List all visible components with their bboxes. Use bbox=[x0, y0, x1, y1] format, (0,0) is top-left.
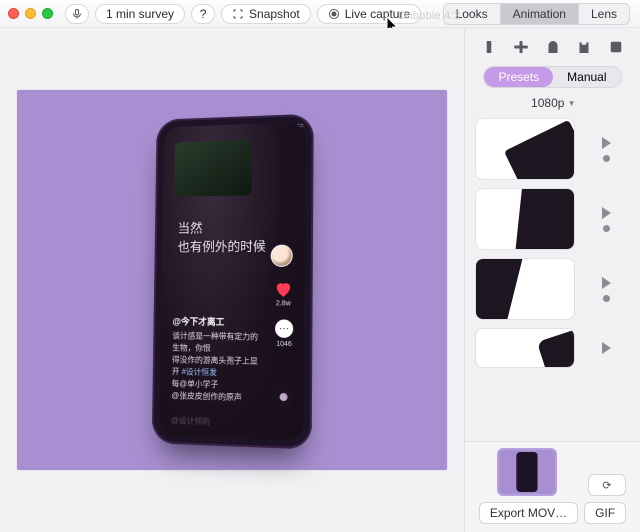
preset-1-more-button[interactable] bbox=[603, 155, 610, 162]
close-window-button[interactable] bbox=[8, 8, 19, 19]
shape-rect-button[interactable] bbox=[477, 36, 501, 58]
shape-bar-button[interactable] bbox=[509, 36, 533, 58]
preset-thumb-3[interactable] bbox=[475, 258, 575, 320]
export-mov-label: Export MOV… bbox=[490, 506, 567, 520]
preset-1-play-button[interactable] bbox=[602, 137, 611, 149]
preset-list bbox=[465, 116, 640, 441]
export-mov-button[interactable]: Export MOV… bbox=[479, 502, 578, 524]
duration-button[interactable]: ⟳ bbox=[588, 474, 626, 496]
shape-notch-button[interactable] bbox=[572, 36, 596, 58]
comment-stack: 1046 bbox=[275, 319, 293, 348]
loop-icon: ⟳ bbox=[602, 479, 611, 492]
like-stack: 2.8w bbox=[273, 279, 293, 307]
preset-4-play-button[interactable] bbox=[602, 342, 611, 354]
panel-footer: ⟳ Export MOV… GIF bbox=[465, 441, 640, 532]
mic-icon bbox=[71, 8, 83, 20]
phone-screen: 当然 也有例外的时候 2.8w 1046 @今下才离工 谈计感是一种带有定 bbox=[159, 122, 305, 441]
comment-count: 1046 bbox=[275, 341, 293, 348]
help-button[interactable]: ? bbox=[191, 4, 215, 24]
resolution-value: 1080p bbox=[531, 96, 564, 110]
hashtag: #设计恒发 bbox=[182, 367, 217, 377]
tab-lens[interactable]: Lens bbox=[578, 4, 629, 24]
comment-icon bbox=[275, 319, 293, 338]
preset-thumb-4[interactable] bbox=[475, 328, 575, 368]
preset-2-more-button[interactable] bbox=[603, 225, 610, 232]
survey-button[interactable]: 1 min survey bbox=[95, 4, 185, 24]
snapshot-button[interactable]: Snapshot bbox=[221, 4, 311, 24]
export-gif-label: GIF bbox=[595, 506, 615, 520]
mic-button[interactable] bbox=[65, 4, 89, 24]
minimize-window-button[interactable] bbox=[25, 8, 36, 19]
caption-block: @今下才离工 谈计感是一种带有定力的生物，你恨 得没作的游离头孢子上显开 #设计… bbox=[171, 315, 264, 405]
preset-mode-row: Presets Manual bbox=[465, 64, 640, 94]
resolution-dropdown[interactable]: 1080p ▾ bbox=[465, 94, 640, 116]
side-panel: Presets Manual 1080p ▾ bbox=[464, 28, 640, 532]
author-handle: @今下才离工 bbox=[172, 315, 264, 329]
headline-line-1: 当然 bbox=[178, 221, 203, 236]
caption-line-1: 谈计感是一种带有定力的生物，你恨 bbox=[172, 331, 258, 352]
preset-3-play-button[interactable] bbox=[602, 277, 611, 289]
chevron-down-icon: ▾ bbox=[569, 98, 574, 109]
presets-tab[interactable]: Presets bbox=[484, 67, 553, 87]
sound-disc-icon bbox=[273, 387, 293, 408]
author-avatar bbox=[271, 245, 293, 267]
record-icon bbox=[328, 8, 340, 20]
preset-2-play-button[interactable] bbox=[602, 207, 611, 219]
headline-line-2: 也有例外的时候 bbox=[177, 239, 266, 255]
shape-round-top-button[interactable] bbox=[541, 36, 565, 58]
help-label: ? bbox=[200, 7, 207, 21]
selected-preset-thumb[interactable] bbox=[497, 448, 557, 496]
workspace: Dribbble 4:3 ▮ ⌔ ▭ 当然 也有例外的时候 bbox=[0, 28, 640, 532]
phone-mockup: ▮ ⌔ ▭ 当然 也有例外的时候 2.8w bbox=[152, 114, 314, 450]
video-still bbox=[174, 140, 252, 197]
preset-3-more-button[interactable] bbox=[603, 295, 610, 302]
screen-watermark: @设计师的 bbox=[171, 415, 210, 427]
window-controls bbox=[8, 8, 53, 19]
mode-tabs: Looks Animation Lens bbox=[443, 3, 630, 25]
snapshot-icon bbox=[232, 8, 244, 20]
canvas-size-label: Dribbble 4:3 bbox=[398, 10, 460, 22]
sound-marquee: @张皮皮创作的原声 bbox=[171, 391, 241, 402]
caption-line-3: 每@单小学子 bbox=[172, 379, 219, 389]
zoom-window-button[interactable] bbox=[42, 8, 53, 19]
shape-square-button[interactable] bbox=[604, 36, 628, 58]
export-gif-button[interactable]: GIF bbox=[584, 502, 626, 524]
tab-lens-label: Lens bbox=[591, 7, 617, 21]
snapshot-label: Snapshot bbox=[249, 7, 300, 21]
device-shape-row bbox=[465, 28, 640, 64]
stage: ▮ ⌔ ▭ 当然 也有例外的时候 2.8w bbox=[17, 90, 447, 470]
tab-animation[interactable]: Animation bbox=[500, 4, 578, 24]
heart-icon bbox=[273, 279, 293, 297]
canvas[interactable]: Dribbble 4:3 ▮ ⌔ ▭ 当然 也有例外的时候 bbox=[0, 28, 464, 532]
tab-animation-label: Animation bbox=[513, 7, 566, 21]
like-count: 2.8w bbox=[273, 300, 293, 307]
app-toolbar: 1 min survey ? Snapshot Live capture Loo… bbox=[0, 0, 640, 28]
tab-looks-label: Looks bbox=[456, 7, 488, 21]
preset-thumb-2[interactable] bbox=[475, 188, 575, 250]
manual-tab[interactable]: Manual bbox=[553, 67, 620, 87]
survey-label: 1 min survey bbox=[106, 7, 174, 21]
manual-tab-label: Manual bbox=[567, 70, 606, 84]
video-headline: 当然 也有例外的时候 bbox=[177, 219, 266, 257]
preset-thumb-1[interactable] bbox=[475, 118, 575, 180]
presets-tab-label: Presets bbox=[498, 70, 539, 84]
